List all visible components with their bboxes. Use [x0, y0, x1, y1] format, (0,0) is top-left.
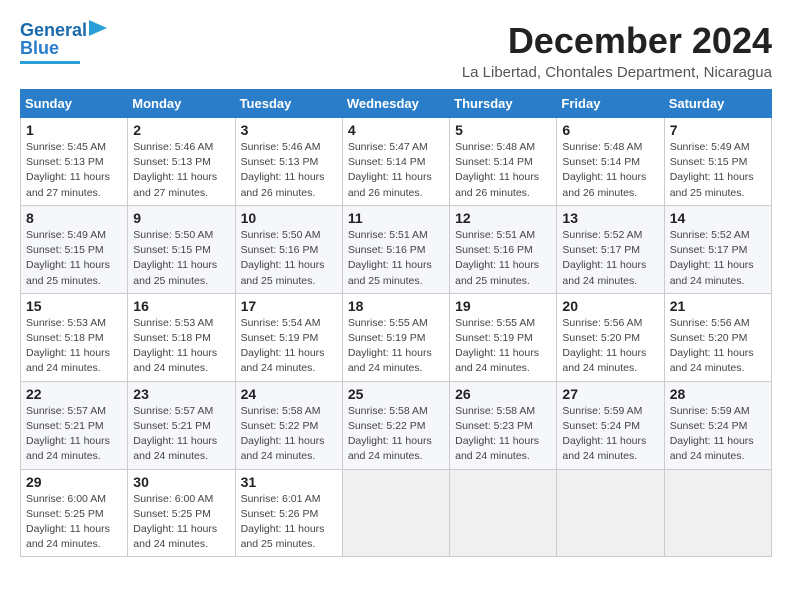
- day-18: 18 Sunrise: 5:55 AMSunset: 5:19 PMDaylig…: [342, 293, 449, 381]
- month-title: December 2024: [462, 20, 772, 62]
- empty-cell-1: [342, 469, 449, 557]
- day-9: 9 Sunrise: 5:50 AMSunset: 5:15 PMDayligh…: [128, 205, 235, 293]
- day-12: 12 Sunrise: 5:51 AMSunset: 5:16 PMDaylig…: [450, 205, 557, 293]
- day-6: 6 Sunrise: 5:48 AMSunset: 5:14 PMDayligh…: [557, 118, 664, 206]
- title-block: December 2024 La Libertad, Chontales Dep…: [462, 20, 772, 81]
- day-25: 25 Sunrise: 5:58 AMSunset: 5:22 PMDaylig…: [342, 381, 449, 469]
- day-3: 3 Sunrise: 5:46 AMSunset: 5:13 PMDayligh…: [235, 118, 342, 206]
- day-17: 17 Sunrise: 5:54 AMSunset: 5:19 PMDaylig…: [235, 293, 342, 381]
- week-row-3: 15 Sunrise: 5:53 AMSunset: 5:18 PMDaylig…: [21, 293, 772, 381]
- day-5: 5 Sunrise: 5:48 AMSunset: 5:14 PMDayligh…: [450, 118, 557, 206]
- col-sunday: Sunday: [21, 90, 128, 118]
- empty-cell-4: [664, 469, 771, 557]
- logo-underline: [20, 61, 80, 64]
- day-22: 22 Sunrise: 5:57 AMSunset: 5:21 PMDaylig…: [21, 381, 128, 469]
- col-friday: Friday: [557, 90, 664, 118]
- col-wednesday: Wednesday: [342, 90, 449, 118]
- day-20: 20 Sunrise: 5:56 AMSunset: 5:20 PMDaylig…: [557, 293, 664, 381]
- col-thursday: Thursday: [450, 90, 557, 118]
- day-28: 28 Sunrise: 5:59 AMSunset: 5:24 PMDaylig…: [664, 381, 771, 469]
- col-tuesday: Tuesday: [235, 90, 342, 118]
- day-26: 26 Sunrise: 5:58 AMSunset: 5:23 PMDaylig…: [450, 381, 557, 469]
- day-10: 10 Sunrise: 5:50 AMSunset: 5:16 PMDaylig…: [235, 205, 342, 293]
- day-16: 16 Sunrise: 5:53 AMSunset: 5:18 PMDaylig…: [128, 293, 235, 381]
- empty-cell-3: [557, 469, 664, 557]
- day-24: 24 Sunrise: 5:58 AMSunset: 5:22 PMDaylig…: [235, 381, 342, 469]
- week-row-4: 22 Sunrise: 5:57 AMSunset: 5:21 PMDaylig…: [21, 381, 772, 469]
- logo-text-blue: Blue: [20, 39, 59, 59]
- calendar-table: Sunday Monday Tuesday Wednesday Thursday…: [20, 89, 772, 557]
- col-monday: Monday: [128, 90, 235, 118]
- day-31: 31 Sunrise: 6:01 AMSunset: 5:26 PMDaylig…: [235, 469, 342, 557]
- day-30: 30 Sunrise: 6:00 AMSunset: 5:25 PMDaylig…: [128, 469, 235, 557]
- day-19: 19 Sunrise: 5:55 AMSunset: 5:19 PMDaylig…: [450, 293, 557, 381]
- day-7: 7 Sunrise: 5:49 AMSunset: 5:15 PMDayligh…: [664, 118, 771, 206]
- col-saturday: Saturday: [664, 90, 771, 118]
- day-13: 13 Sunrise: 5:52 AMSunset: 5:17 PMDaylig…: [557, 205, 664, 293]
- day-29: 29 Sunrise: 6:00 AMSunset: 5:25 PMDaylig…: [21, 469, 128, 557]
- day-21: 21 Sunrise: 5:56 AMSunset: 5:20 PMDaylig…: [664, 293, 771, 381]
- location-title: La Libertad, Chontales Department, Nicar…: [462, 64, 772, 81]
- week-row-5: 29 Sunrise: 6:00 AMSunset: 5:25 PMDaylig…: [21, 469, 772, 557]
- logo-arrow-icon: [89, 20, 107, 36]
- empty-cell-2: [450, 469, 557, 557]
- week-row-1: 1 Sunrise: 5:45 AMSunset: 5:13 PMDayligh…: [21, 118, 772, 206]
- day-23: 23 Sunrise: 5:57 AMSunset: 5:21 PMDaylig…: [128, 381, 235, 469]
- week-row-2: 8 Sunrise: 5:49 AMSunset: 5:15 PMDayligh…: [21, 205, 772, 293]
- day-27: 27 Sunrise: 5:59 AMSunset: 5:24 PMDaylig…: [557, 381, 664, 469]
- page-header: General Blue December 2024 La Libertad, …: [20, 20, 772, 81]
- day-8: 8 Sunrise: 5:49 AMSunset: 5:15 PMDayligh…: [21, 205, 128, 293]
- day-2: 2 Sunrise: 5:46 AMSunset: 5:13 PMDayligh…: [128, 118, 235, 206]
- calendar-header-row: Sunday Monday Tuesday Wednesday Thursday…: [21, 90, 772, 118]
- day-1: 1 Sunrise: 5:45 AMSunset: 5:13 PMDayligh…: [21, 118, 128, 206]
- logo: General Blue: [20, 20, 107, 64]
- day-4: 4 Sunrise: 5:47 AMSunset: 5:14 PMDayligh…: [342, 118, 449, 206]
- day-14: 14 Sunrise: 5:52 AMSunset: 5:17 PMDaylig…: [664, 205, 771, 293]
- day-11: 11 Sunrise: 5:51 AMSunset: 5:16 PMDaylig…: [342, 205, 449, 293]
- day-15: 15 Sunrise: 5:53 AMSunset: 5:18 PMDaylig…: [21, 293, 128, 381]
